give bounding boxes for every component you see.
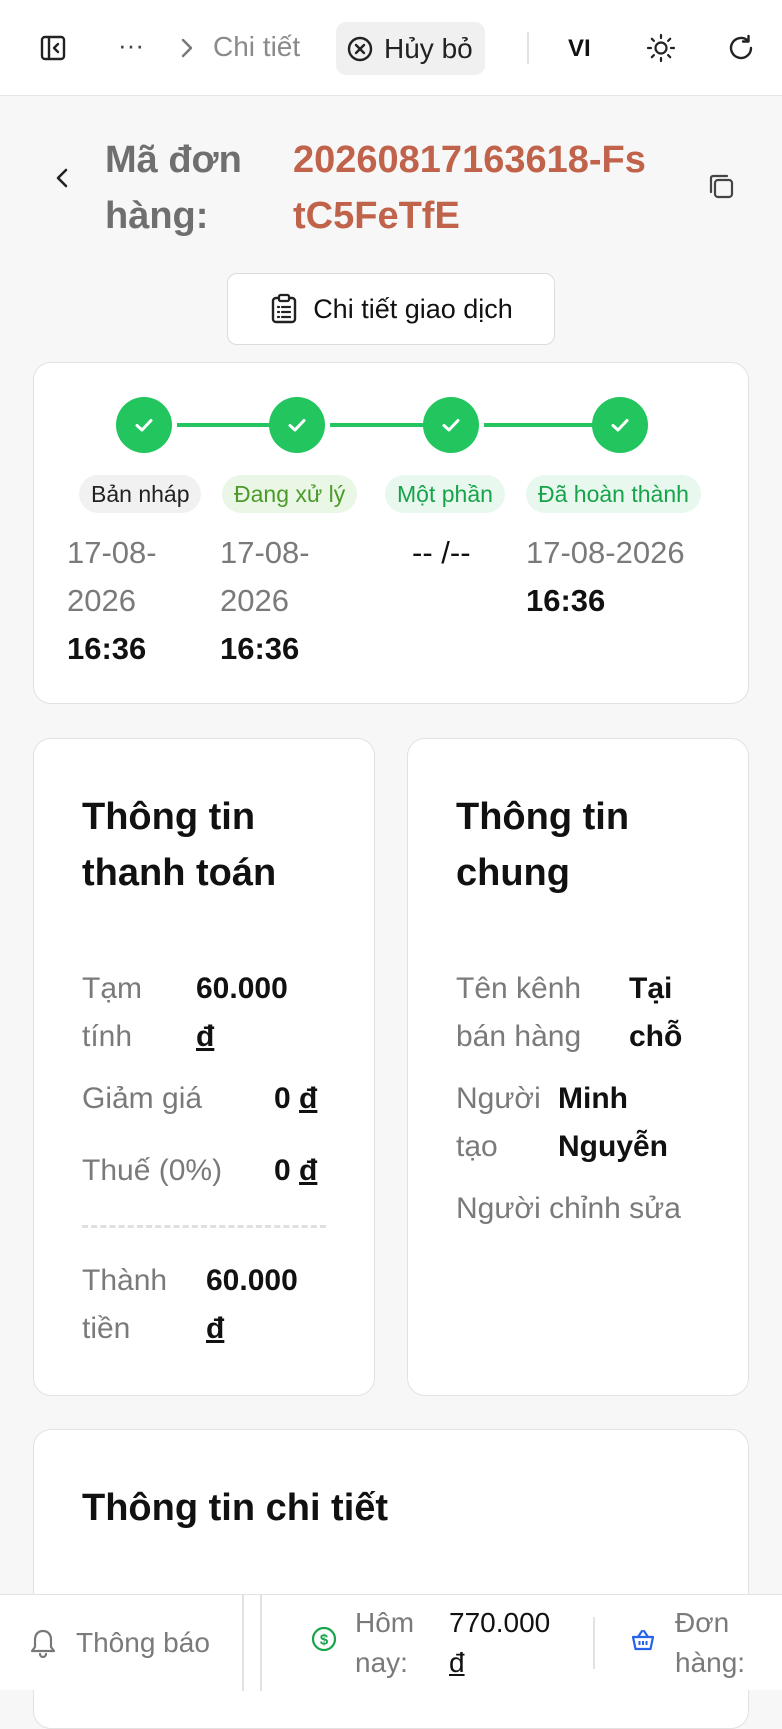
divider [527, 32, 529, 64]
discount-label: Giảm giá [82, 1082, 203, 1115]
subtotal-label: Tạm tính [82, 972, 142, 1053]
divider [242, 1595, 244, 1691]
back-chevron-icon[interactable] [44, 160, 80, 196]
language-switch[interactable]: VI [568, 35, 591, 63]
step-timestamp: 17-08-2026 16:36 [526, 529, 726, 625]
status-badge-processing: Đang xử lý [222, 475, 358, 513]
tax-value: 0 đ [274, 1147, 317, 1195]
transaction-detail-label: Chi tiết giao dịch [313, 293, 513, 324]
order-code-value: 20260817163618-FstC5FeTfE [293, 139, 646, 237]
today-revenue-label: Hôm nay: [355, 1607, 415, 1678]
bottom-status-bar: Thông báo $ Hôm nay: 770.000 đ Đơn hàng: [0, 1594, 782, 1691]
step-timestamp: 17-08-2026 16:36 [67, 529, 187, 673]
step-time: 16:36 [220, 631, 300, 666]
total-value: 60.000 đ [206, 1257, 298, 1353]
step-time: 16:36 [526, 583, 606, 618]
divider [593, 1617, 595, 1669]
cancel-button[interactable]: Hủy bỏ [336, 22, 485, 75]
discount-amount: 0 [274, 1082, 291, 1115]
order-status-timeline: Bản nháp Đang xử lý Một phần Đã hoàn thà… [33, 362, 749, 704]
step-date: -- /-- [412, 535, 471, 570]
general-info-title: Thông tin chung [456, 796, 630, 894]
bell-icon [30, 1629, 56, 1659]
breadcrumb-current: Chi tiết [213, 31, 301, 62]
status-badge-draft: Bản nháp [79, 475, 202, 513]
orders-count-label: Đơn hàng: [675, 1607, 746, 1678]
sales-channel-label: Tên kênh bán hàng [456, 972, 582, 1053]
creator-value: Minh Nguyễn [558, 1082, 669, 1163]
currency-symbol: đ [449, 1647, 465, 1678]
notifications-label: Thông báo [76, 1627, 210, 1658]
dollar-circle-icon: $ [310, 1625, 338, 1653]
breadcrumb-ellipsis[interactable]: ··· [118, 30, 144, 61]
order-header: Mã đơn hàng: 20260817163618-FstC5FeTfE [0, 120, 782, 250]
dashed-divider [82, 1225, 326, 1228]
currency-symbol: đ [299, 1082, 318, 1115]
close-circle-icon [347, 36, 373, 61]
tax-amount: 0 [274, 1154, 291, 1187]
subtotal-amount: 60.000 [196, 972, 288, 1005]
step-date: 17-08-2026 [67, 535, 157, 618]
status-badge-completed: Đã hoàn thành [526, 475, 701, 513]
notifications-button[interactable]: Thông báo [28, 1623, 210, 1663]
chevron-right-icon [176, 34, 198, 62]
step-time: 16:36 [67, 631, 147, 666]
step-check-icon [423, 397, 479, 453]
payment-info-title: Thông tin thanh toán [82, 796, 277, 894]
creator-label: Người tạo [456, 1082, 541, 1163]
total-label: Thành tiền [82, 1264, 168, 1345]
step-check-icon [592, 397, 648, 453]
currency-symbol: đ [206, 1312, 225, 1345]
clipboard-icon [271, 293, 297, 324]
cancel-label: Hủy bỏ [384, 32, 473, 64]
sidebar-toggle-icon[interactable] [31, 26, 75, 70]
today-revenue-value: 770.000 đ [449, 1603, 550, 1683]
theme-toggle-sun-icon[interactable] [639, 26, 683, 70]
basket-icon [630, 1627, 656, 1653]
total-amount: 60.000 [206, 1264, 298, 1297]
status-badge-partial: Một phần [385, 475, 505, 513]
sales-channel-value: Tại chỗ [629, 972, 683, 1053]
divider [260, 1595, 262, 1691]
today-revenue-amount: 770.000 [449, 1607, 551, 1638]
currency-symbol: đ [299, 1154, 318, 1187]
currency-symbol: đ [196, 1020, 215, 1053]
detail-info-title: Thông tin chi tiết [82, 1487, 389, 1529]
transaction-detail-button[interactable]: Chi tiết giao dịch [227, 273, 555, 345]
svg-text:$: $ [320, 1632, 329, 1649]
payment-info-card: Thông tin thanh toán Tạm tính 60.000 đ Gi… [33, 738, 375, 1396]
step-connector [484, 423, 594, 427]
step-timestamp: -- /-- [412, 529, 532, 577]
step-check-icon [116, 397, 172, 453]
step-date: 17-08-2026 [526, 535, 685, 570]
step-connector [177, 423, 279, 427]
order-code-label: Mã đơn hàng: [105, 139, 242, 237]
step-connector [330, 423, 433, 427]
step-date: 17-08-2026 [220, 535, 310, 618]
top-bar: ··· Chi tiết Hủy bỏ VI [0, 0, 782, 96]
step-timestamp: 17-08-2026 16:36 [220, 529, 340, 673]
general-info-card: Thông tin chung Tên kênh bán hàng Tại ch… [407, 738, 749, 1396]
refresh-icon[interactable] [719, 26, 763, 70]
step-check-icon [269, 397, 325, 453]
tax-label: Thuế (0%) [82, 1154, 223, 1187]
discount-value: 0 đ [274, 1075, 317, 1123]
subtotal-value: 60.000 đ [196, 965, 288, 1061]
copy-icon[interactable] [701, 166, 741, 206]
editor-label: Người chỉnh sửa [456, 1192, 681, 1225]
